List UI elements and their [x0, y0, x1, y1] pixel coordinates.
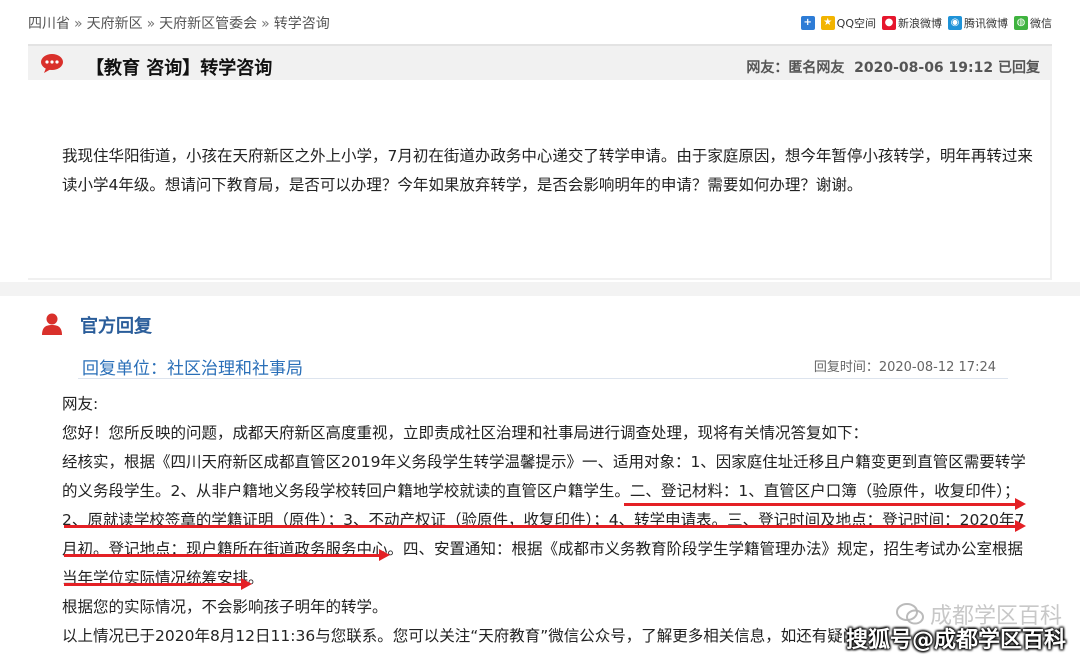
question-time: 2020-08-06 19:12 — [854, 60, 994, 76]
top-bar: 四川省» 天府新区» 天府新区管委会» 转学咨询 + ★ QQ空间 ● 新浪微博 ◉ 腾讯微… — [0, 0, 1080, 40]
tencent-weibo-icon: ◉ — [948, 16, 962, 30]
wechat-icon: ◍ — [1014, 16, 1028, 30]
highlight-arrow — [624, 498, 1026, 510]
question-header: 【教育 咨询】转学咨询 网友：匿名网友 2020-08-06 19:12 已回复 — [28, 44, 1052, 80]
highlight-arrow — [64, 520, 1026, 532]
reply-paragraph: 根据您的实际情况，不会影响孩子明年的转学。 — [62, 598, 388, 616]
plus-icon: + — [800, 16, 815, 30]
question-author: 匿名网友 — [788, 60, 845, 76]
share-wechat-button[interactable]: ◍ 微信 — [1014, 15, 1052, 31]
breadcrumb-separator: » — [261, 16, 270, 32]
breadcrumb-item-committee[interactable]: 天府新区管委会 — [159, 16, 257, 32]
question-body: 我现住华阳街道，小孩在天府新区之外上小学，7月初在街道办政务中心递交了转学申请。… — [28, 80, 1052, 280]
share-bar: + ★ QQ空间 ● 新浪微博 ◉ 腾讯微博 ◍ 微信 — [800, 15, 1052, 31]
person-icon — [42, 313, 62, 335]
qzone-icon: ★ — [820, 16, 835, 30]
question-meta: 网友：匿名网友 2020-08-06 19:12 已回复 — [746, 57, 1040, 77]
share-tencent-weibo-label: 腾讯微博 — [964, 17, 1008, 30]
watermark-sohu: 搜狐号@成都学区百科 — [845, 628, 1066, 653]
reply-text: 网友: 您好！您所反映的问题，成都天府新区高度重视，立即责成社区治理和社事局进行… — [62, 390, 1037, 651]
share-tencent-weibo-button[interactable]: ◉ 腾讯微博 — [948, 15, 1008, 31]
breadcrumb-item-province[interactable]: 四川省 — [28, 16, 70, 32]
reply-time: 回复时间：2020-08-12 17:24 — [813, 360, 996, 375]
breadcrumb-item-current: 转学咨询 — [273, 16, 330, 32]
reply-title: 官方回复 — [80, 316, 152, 337]
share-weibo-label: 新浪微博 — [898, 17, 942, 30]
highlight-arrow — [64, 578, 252, 590]
question-title: 【教育 咨询】转学咨询 — [86, 58, 273, 79]
share-qzone-label: QQ空间 — [836, 17, 876, 30]
breadcrumb-separator: » — [146, 16, 156, 32]
reply-header-divider — [78, 378, 1008, 379]
section-divider — [0, 282, 1080, 296]
reply-paragraph: 经核实，根据《四川天府新区成都直管区2019年义务段学生转学温馨提示》一、适用对… — [62, 453, 1026, 587]
share-weibo-button[interactable]: ● 新浪微博 — [882, 15, 942, 31]
weibo-icon: ● — [882, 16, 896, 30]
reply-greeting: 网友: — [62, 395, 99, 413]
share-more-button[interactable]: + — [800, 16, 815, 30]
share-wechat-label: 微信 — [1030, 17, 1052, 30]
speech-bubble-icon — [41, 54, 63, 73]
highlight-arrow — [64, 549, 390, 561]
reply-unit: 回复单位：社区治理和社事局 — [82, 359, 303, 379]
breadcrumb: 四川省» 天府新区» 天府新区管委会» 转学咨询 — [28, 13, 330, 33]
share-qzone-button[interactable]: ★ QQ空间 — [820, 15, 876, 31]
reply-paragraph: 您好！您所反映的问题，成都天府新区高度重视，立即责成社区治理和社事局进行调查处理… — [62, 424, 869, 442]
question-meta-label: 网友： — [746, 60, 789, 76]
breadcrumb-separator: » — [74, 16, 83, 32]
question-text: 我现住华阳街道，小孩在天府新区之外上小学，7月初在街道办政务中心递交了转学申请。… — [62, 147, 1033, 194]
question-status: 已回复 — [998, 60, 1040, 76]
breadcrumb-item-district[interactable]: 天府新区 — [87, 16, 143, 32]
